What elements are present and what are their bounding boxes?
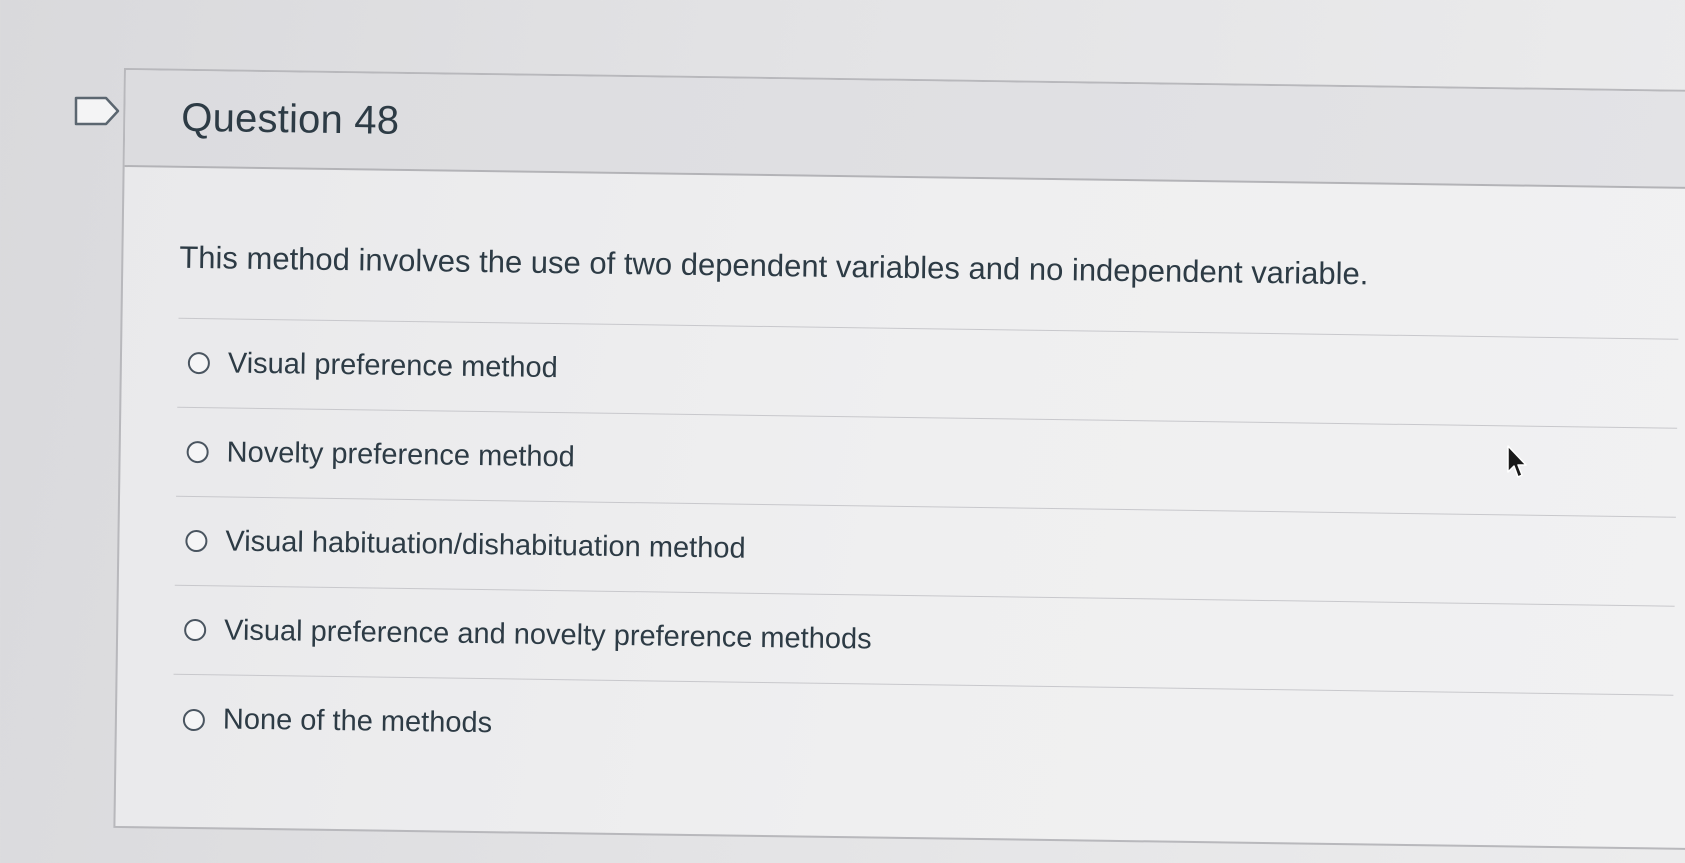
- flag-question-icon[interactable]: [74, 96, 120, 126]
- answer-label[interactable]: Visual preference and novelty preference…: [224, 614, 872, 656]
- answer-label[interactable]: Visual habituation/dishabituation method: [225, 525, 746, 565]
- radio-unchecked-icon[interactable]: [182, 708, 206, 731]
- answer-list: Visual preference method Novelty prefere…: [172, 317, 1679, 785]
- answer-label[interactable]: Visual preference method: [228, 347, 558, 385]
- radio-unchecked-icon[interactable]: [186, 440, 209, 464]
- answer-label[interactable]: None of the methods: [223, 703, 493, 740]
- question-text: This method involves the use of two depe…: [179, 239, 1369, 292]
- answer-label[interactable]: Novelty preference method: [226, 436, 575, 474]
- radio-unchecked-icon[interactable]: [184, 618, 207, 642]
- question-body: This method involves the use of two depe…: [116, 167, 1685, 785]
- question-card: Question 48 This method involves the use…: [113, 68, 1685, 850]
- mouse-pointer-icon: [1507, 445, 1527, 478]
- radio-unchecked-icon[interactable]: [187, 351, 211, 375]
- question-title: Question 48: [181, 95, 400, 143]
- radio-unchecked-icon[interactable]: [185, 529, 208, 553]
